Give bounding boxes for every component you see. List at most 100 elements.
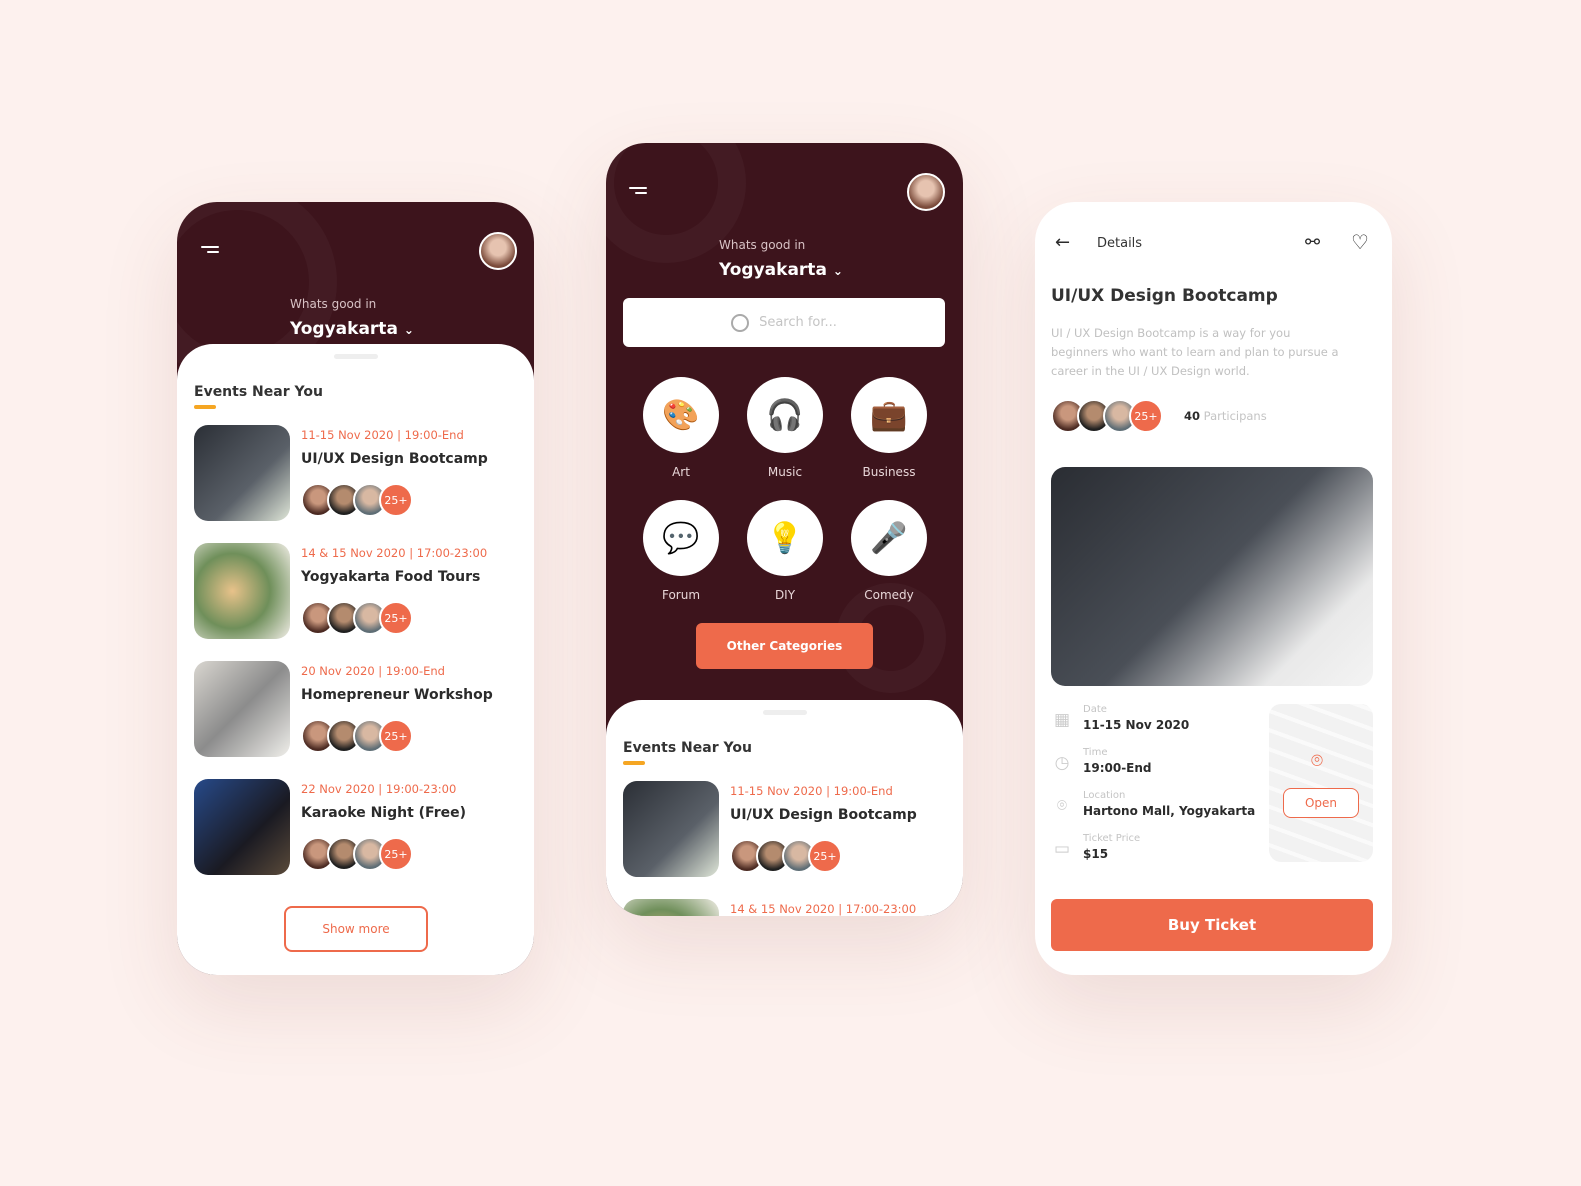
event-list-item[interactable]: 11-15 Nov 2020 | 19:00-End UI/UX Design … — [194, 425, 514, 521]
open-map-button[interactable]: Open — [1283, 788, 1359, 818]
participants-count: 40 Participans — [1184, 409, 1267, 423]
avatar[interactable] — [479, 232, 517, 270]
event-date: 20 Nov 2020 | 19:00-End — [301, 664, 445, 678]
event-list-item[interactable]: 14 & 15 Nov 2020 | 17:00-23:00 Yogyakart… — [623, 899, 943, 916]
attendee-more-badge: 25+ — [379, 719, 413, 753]
event-thumbnail — [194, 779, 290, 875]
event-list-item[interactable]: 20 Nov 2020 | 19:00-End Homepreneur Work… — [194, 661, 514, 757]
section-underline — [623, 761, 645, 765]
event-date: 22 Nov 2020 | 19:00-23:00 — [301, 782, 457, 796]
category-music[interactable]: 🎧 Music — [746, 377, 824, 479]
category-label: Forum — [661, 588, 701, 602]
event-thumbnail — [194, 661, 290, 757]
sheet-handle[interactable] — [762, 710, 807, 715]
show-more-button[interactable]: Show more — [284, 906, 428, 952]
location-value: Hartono Mall, Yogyakarta — [1083, 804, 1256, 818]
event-date: 14 & 15 Nov 2020 | 17:00-23:00 — [730, 902, 917, 916]
chevron-down-icon: ⌄ — [832, 264, 843, 278]
price-info: Ticket Price $15 — [1083, 833, 1140, 861]
attendee-avatars: 25+ — [730, 839, 842, 873]
chevron-down-icon: ⌄ — [403, 323, 414, 337]
search-input[interactable]: Search for... — [623, 298, 945, 347]
city-select[interactable]: Yogyakarta ⌄ — [719, 260, 843, 280]
city-label: Yogyakarta — [290, 319, 398, 339]
category-label: Art — [672, 465, 690, 479]
back-arrow-icon[interactable]: ← — [1055, 232, 1070, 253]
map-pin-icon: ⌾ — [1311, 748, 1323, 772]
header-subtitle: Whats good in — [719, 238, 806, 252]
event-list-item[interactable]: 22 Nov 2020 | 19:00-23:00 Karaoke Night … — [194, 779, 514, 875]
category-business[interactable]: 💼 Business — [850, 377, 928, 479]
phone-details: ← Details ⚯ ♡ UI/UX Design Bootcamp UI /… — [1035, 202, 1392, 975]
search-placeholder: Search for... — [759, 315, 837, 330]
lightbulb-icon: 💡 — [747, 500, 823, 576]
date-label: Date — [1083, 704, 1107, 715]
attendee-avatars: 25+ — [301, 483, 413, 517]
event-list-item[interactable]: 14 & 15 Nov 2020 | 17:00-23:00 Yogyakart… — [194, 543, 514, 639]
attendee-more-badge: 25+ — [379, 601, 413, 635]
time-label: Time — [1083, 747, 1108, 758]
category-comedy[interactable]: 🎤 Comedy — [850, 500, 928, 602]
search-icon — [731, 313, 750, 332]
event-description: UI / UX Design Bootcamp is a way for you… — [1051, 326, 1339, 378]
briefcase-icon: 💼 — [851, 377, 927, 453]
participants-label: Participans — [1203, 409, 1267, 423]
attendee-avatars: 25+ — [301, 837, 413, 871]
event-list-item[interactable]: 11-15 Nov 2020 | 19:00-End UI/UX Design … — [623, 781, 943, 877]
category-diy[interactable]: 💡 DIY — [746, 500, 824, 602]
event-title: UI/UX Design Bootcamp — [301, 451, 488, 467]
attendee-more-badge: 25+ — [379, 483, 413, 517]
event-thumbnail — [623, 899, 719, 916]
category-label: Business — [862, 465, 916, 479]
clock-icon: ◷ — [1054, 753, 1070, 773]
category-label: DIY — [774, 588, 796, 602]
price-value: $15 — [1083, 847, 1109, 861]
share-icon[interactable]: ⚯ — [1305, 232, 1320, 253]
event-thumbnail — [194, 543, 290, 639]
menu-icon[interactable] — [201, 246, 219, 258]
event-date: 11-15 Nov 2020 | 19:00-End — [301, 428, 464, 442]
date-info: Date 11-15 Nov 2020 — [1083, 704, 1189, 732]
city-select[interactable]: Yogyakarta ⌄ — [290, 319, 414, 339]
event-date: 11-15 Nov 2020 | 19:00-End — [730, 784, 893, 798]
event-title: UI/UX Design Bootcamp — [730, 807, 917, 823]
date-value: 11-15 Nov 2020 — [1083, 718, 1190, 732]
category-label: Music — [767, 465, 803, 479]
event-image — [1051, 467, 1373, 686]
events-sheet: Events Near You 11-15 Nov 2020 | 19:00-E… — [606, 700, 963, 916]
avatar[interactable] — [907, 173, 945, 211]
section-title: Events Near You — [194, 384, 323, 400]
map-preview[interactable]: ⌾ Open — [1269, 704, 1373, 862]
sheet-handle[interactable] — [333, 354, 378, 359]
event-title: Homepreneur Workshop — [301, 687, 493, 703]
phone-home-list: Whats good in Yogyakarta ⌄ Events Near Y… — [177, 202, 534, 975]
calendar-icon: ▦ — [1053, 710, 1071, 730]
buy-ticket-button[interactable]: Buy Ticket — [1051, 899, 1373, 951]
category-label: Comedy — [864, 588, 914, 602]
section-underline — [194, 405, 216, 409]
heart-icon[interactable]: ♡ — [1351, 230, 1369, 254]
time-info: Time 19:00-End — [1083, 747, 1152, 775]
section-title: Events Near You — [623, 740, 752, 756]
event-title: Karaoke Night (Free) — [301, 805, 466, 821]
category-forum[interactable]: 💬 Forum — [642, 500, 720, 602]
menu-icon[interactable] — [629, 187, 647, 199]
category-art[interactable]: 🎨 Art — [642, 377, 720, 479]
participants-number: 40 — [1184, 409, 1201, 423]
event-date: 14 & 15 Nov 2020 | 17:00-23:00 — [301, 546, 488, 560]
events-sheet: Events Near You 11-15 Nov 2020 | 19:00-E… — [177, 344, 534, 975]
event-thumbnail — [623, 781, 719, 877]
attendee-avatars: 25+ — [301, 601, 413, 635]
location-label: Location — [1083, 790, 1126, 801]
event-title: UI/UX Design Bootcamp — [1051, 286, 1278, 306]
participants-avatars: 25+ — [1051, 399, 1163, 433]
attendee-more-badge: 25+ — [808, 839, 842, 873]
ticket-icon: ▭ — [1053, 839, 1071, 859]
participants-more-badge: 25+ — [1129, 399, 1163, 433]
palette-icon: 🎨 — [643, 377, 719, 453]
other-categories-button[interactable]: Other Categories — [696, 623, 873, 669]
attendee-avatars: 25+ — [301, 719, 413, 753]
headphones-icon: 🎧 — [747, 377, 823, 453]
city-label: Yogyakarta — [719, 260, 827, 280]
details-header: Details — [1097, 236, 1143, 251]
